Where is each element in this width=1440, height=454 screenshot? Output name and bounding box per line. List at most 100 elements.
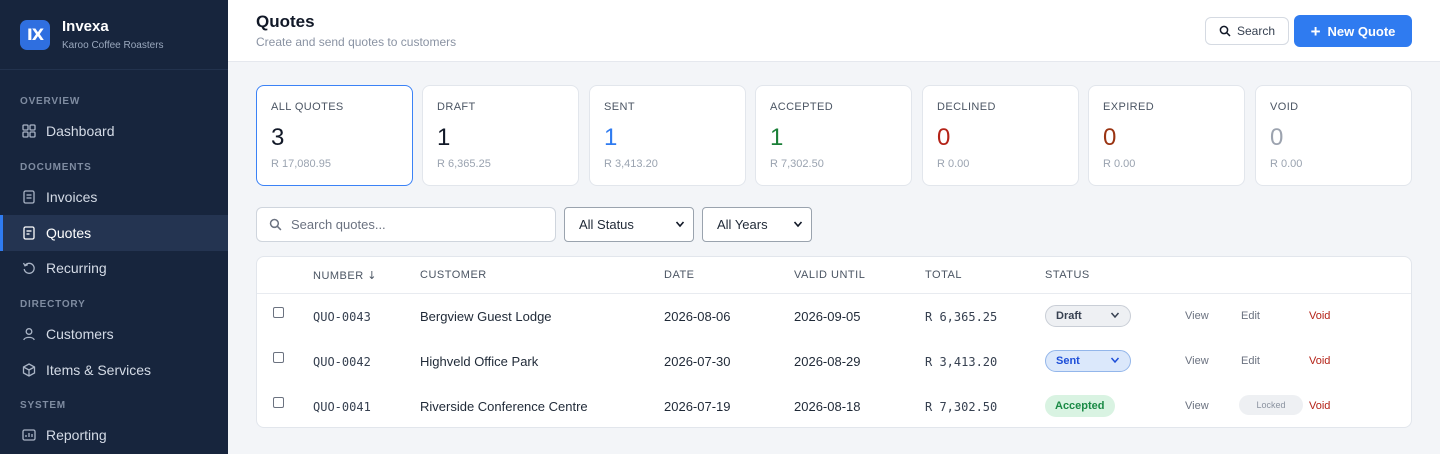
chart-icon bbox=[22, 428, 36, 442]
stat-amount: R 7,302.50 bbox=[770, 158, 824, 170]
sidebar-item-customers[interactable]: Customers bbox=[0, 316, 228, 352]
status-badge: Draft bbox=[1056, 310, 1082, 322]
page-header: Quotes Create and send quotes to custome… bbox=[228, 0, 1440, 62]
quote-search-box bbox=[256, 207, 556, 242]
quote-date: 2026-07-19 bbox=[664, 399, 731, 414]
plus-icon: + bbox=[1310, 21, 1321, 41]
search-icon bbox=[269, 218, 282, 231]
page-title: Quotes bbox=[256, 12, 315, 31]
column-header-date: DATE bbox=[664, 269, 695, 281]
view-link[interactable]: View bbox=[1185, 310, 1209, 322]
void-link[interactable]: Void bbox=[1309, 400, 1330, 412]
column-header-label: NUMBER bbox=[313, 270, 364, 282]
void-link[interactable]: Void bbox=[1309, 310, 1330, 322]
quote-total: R 3,413.20 bbox=[925, 355, 998, 369]
stat-amount: R 0.00 bbox=[1103, 158, 1136, 170]
app-logo: IX bbox=[20, 19, 50, 50]
column-header-customer: CUSTOMER bbox=[420, 269, 487, 281]
stat-card-void[interactable]: VOID 0 R 0.00 bbox=[1255, 85, 1412, 186]
sidebar-item-label: Items & Services bbox=[46, 362, 152, 378]
search-button-label: Search bbox=[1236, 24, 1276, 38]
user-icon bbox=[22, 327, 36, 341]
stat-label: DRAFT bbox=[437, 101, 476, 113]
row-checkbox[interactable] bbox=[273, 397, 284, 408]
sidebar-item-reporting[interactable]: Reporting bbox=[0, 417, 228, 453]
grid-icon bbox=[22, 124, 36, 138]
stat-label: DECLINED bbox=[937, 101, 996, 113]
stat-count: 0 bbox=[937, 124, 951, 151]
stat-count: 1 bbox=[770, 124, 784, 151]
document-icon bbox=[22, 190, 36, 204]
stat-card-sent[interactable]: SENT 1 R 3,413.20 bbox=[589, 85, 746, 186]
quote-document-icon bbox=[22, 226, 36, 240]
chevron-down-icon bbox=[1110, 310, 1120, 323]
column-header-number[interactable]: NUMBER ↓ bbox=[313, 269, 377, 282]
chevron-down-icon bbox=[1110, 355, 1120, 368]
section-label-documents: DOCUMENTS bbox=[20, 162, 92, 173]
column-header-valid-until: VALID UNTIL bbox=[794, 269, 866, 281]
sidebar: IX Invexa Karoo Coffee Roasters OVERVIEW… bbox=[0, 0, 228, 454]
stat-card-accepted[interactable]: ACCEPTED 1 R 7,302.50 bbox=[755, 85, 912, 186]
sidebar-item-label: Recurring bbox=[46, 260, 107, 276]
sort-arrow-icon: ↓ bbox=[367, 269, 377, 282]
section-label-directory: DIRECTORY bbox=[20, 299, 86, 310]
new-quote-button[interactable]: + New Quote bbox=[1294, 15, 1412, 47]
brand: IX Invexa Karoo Coffee Roasters bbox=[0, 0, 228, 70]
stat-amount: R 0.00 bbox=[1270, 158, 1303, 170]
stat-label: ACCEPTED bbox=[770, 101, 834, 113]
stat-label: ALL QUOTES bbox=[271, 101, 344, 113]
row-checkbox[interactable] bbox=[273, 307, 284, 318]
status-dropdown[interactable]: Draft bbox=[1045, 305, 1131, 327]
view-link[interactable]: View bbox=[1185, 400, 1209, 412]
sidebar-item-label: Reporting bbox=[46, 427, 107, 443]
search-button[interactable]: Search bbox=[1205, 17, 1289, 45]
column-header-total: TOTAL bbox=[925, 269, 962, 281]
quote-date: 2026-08-06 bbox=[664, 309, 731, 324]
app-name: Invexa bbox=[62, 18, 109, 35]
stat-count: 1 bbox=[437, 124, 451, 151]
table-row: QUO-0043 Bergview Guest Lodge 2026-08-06… bbox=[257, 294, 1411, 339]
stat-count: 0 bbox=[1270, 124, 1284, 151]
sidebar-item-label: Customers bbox=[46, 326, 114, 342]
edit-link[interactable]: Edit bbox=[1241, 355, 1260, 367]
status-filter-select[interactable]: All Status bbox=[564, 207, 694, 242]
status-filter-value: All Status bbox=[579, 217, 634, 232]
stat-amount: R 0.00 bbox=[937, 158, 970, 170]
new-quote-label: New Quote bbox=[1327, 23, 1396, 39]
sidebar-item-recurring[interactable]: Recurring bbox=[0, 250, 228, 286]
sidebar-item-label: Dashboard bbox=[46, 123, 115, 139]
chevron-down-icon bbox=[675, 217, 685, 232]
stat-label: SENT bbox=[604, 101, 635, 113]
stat-count: 3 bbox=[271, 124, 285, 151]
void-link[interactable]: Void bbox=[1309, 355, 1330, 367]
view-link[interactable]: View bbox=[1185, 355, 1209, 367]
search-quotes-input[interactable] bbox=[291, 217, 531, 232]
stat-count: 0 bbox=[1103, 124, 1117, 151]
sidebar-item-dashboard[interactable]: Dashboard bbox=[0, 113, 228, 149]
status-badge: Accepted bbox=[1045, 395, 1115, 417]
table-row: QUO-0042 Highveld Office Park 2026-07-30… bbox=[257, 339, 1411, 384]
sidebar-item-items-services[interactable]: Items & Services bbox=[0, 352, 228, 388]
quote-number: QUO-0041 bbox=[313, 400, 371, 414]
sidebar-item-quotes[interactable]: Quotes bbox=[0, 215, 228, 251]
table-row: QUO-0041 Riverside Conference Centre 202… bbox=[257, 384, 1411, 429]
stat-amount: R 3,413.20 bbox=[604, 158, 658, 170]
stat-card-draft[interactable]: DRAFT 1 R 6,365.25 bbox=[422, 85, 579, 186]
sidebar-item-invoices[interactable]: Invoices bbox=[0, 179, 228, 215]
stat-amount: R 17,080.95 bbox=[271, 158, 331, 170]
stat-card-declined[interactable]: DECLINED 0 R 0.00 bbox=[922, 85, 1079, 186]
valid-until-date: 2026-08-29 bbox=[794, 354, 861, 369]
sidebar-item-label: Invoices bbox=[46, 189, 98, 205]
stat-count: 1 bbox=[604, 124, 618, 151]
customer-name: Bergview Guest Lodge bbox=[420, 309, 552, 324]
row-checkbox[interactable] bbox=[273, 352, 284, 363]
edit-link[interactable]: Edit bbox=[1241, 310, 1260, 322]
status-dropdown[interactable]: Sent bbox=[1045, 350, 1131, 372]
year-filter-select[interactable]: All Years bbox=[702, 207, 812, 242]
stat-card-expired[interactable]: EXPIRED 0 R 0.00 bbox=[1088, 85, 1245, 186]
status-badge: Sent bbox=[1056, 355, 1080, 367]
chevron-down-icon bbox=[793, 217, 803, 232]
quotes-table: NUMBER ↓ CUSTOMER DATE VALID UNTIL TOTAL… bbox=[256, 256, 1412, 428]
valid-until-date: 2026-08-18 bbox=[794, 399, 861, 414]
stat-card-all[interactable]: ALL QUOTES 3 R 17,080.95 bbox=[256, 85, 413, 186]
